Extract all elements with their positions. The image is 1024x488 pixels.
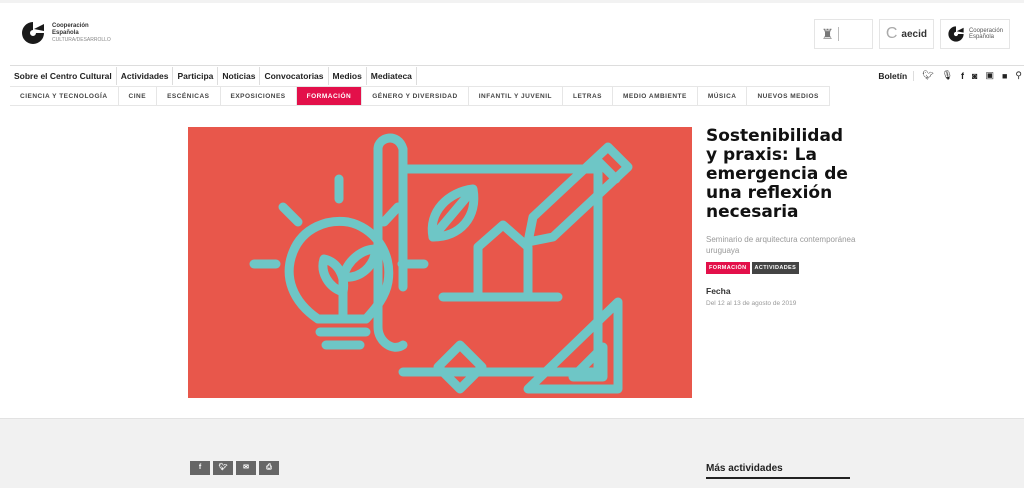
main-menu: Sobre el Centro Cultural Actividades Par… — [10, 66, 417, 85]
twitter-icon[interactable]: 🐦︎ — [922, 70, 933, 81]
site-logo[interactable]: Cooperación Española CULTURA/DESARROLLO — [20, 20, 111, 46]
instagram-icon[interactable]: ◙ — [972, 71, 977, 81]
category-formacion[interactable]: FORMACIÓN — [296, 87, 363, 105]
main-navigation: Sobre el Centro Cultural Actividades Par… — [10, 65, 1024, 85]
event-info: Sostenibilidad y praxis: La emergencia d… — [706, 127, 856, 307]
ministry-logo[interactable]: ♜ — [814, 19, 873, 49]
top-rule — [0, 0, 1024, 3]
boletin-link[interactable]: Boletín — [878, 70, 915, 81]
category-exposiciones[interactable]: EXPOSICIONES — [221, 87, 297, 105]
aecid-logo[interactable]: C aecid — [878, 19, 934, 49]
coat-of-arms-icon: ♜ — [821, 25, 834, 42]
partner-logos: ♜ C aecid Cooperación Española — [814, 19, 1010, 49]
share-buttons: f 🐦︎ ✉ ⎙ — [190, 461, 279, 475]
nav-noticias[interactable]: Noticias — [218, 66, 261, 85]
partner-coop-line2: Española — [968, 34, 994, 40]
logo-line-2: Española — [52, 29, 79, 36]
event-subtitle: Seminario de arquitectura contemporánea … — [706, 235, 856, 255]
category-nuevos-medios[interactable]: NUEVOS MEDIOS — [747, 87, 830, 105]
category-medio-ambiente[interactable]: MEDIO AMBIENTE — [613, 87, 698, 105]
category-ciencia[interactable]: CIENCIA Y TECNOLOGÍA — [10, 87, 119, 105]
logo-line-1: Cooperación — [52, 22, 89, 29]
aecid-swirl-icon: C — [885, 25, 898, 42]
youtube-icon[interactable]: ■ — [1002, 71, 1007, 81]
category-letras[interactable]: LETRAS — [563, 87, 613, 105]
event-hero-image[interactable] — [188, 127, 692, 398]
share-twitter-icon[interactable]: 🐦︎ — [213, 461, 233, 475]
category-escenicas[interactable]: ESCÉNICAS — [157, 87, 221, 105]
ministry-text-icon — [837, 27, 866, 41]
nav-convocatorias[interactable]: Convocatorias — [260, 66, 329, 85]
nav-sobre[interactable]: Sobre el Centro Cultural — [10, 66, 117, 85]
microphone-icon[interactable]: 🎙︎ — [942, 70, 953, 81]
date-label: Fecha — [706, 286, 731, 296]
category-genero[interactable]: GÉNERO Y DIVERSIDAD — [362, 87, 469, 105]
share-email-icon[interactable]: ✉ — [236, 461, 256, 475]
logo-line-3: CULTURA/DESARROLLO — [52, 36, 111, 43]
nav-medios[interactable]: Medios — [329, 66, 367, 85]
logo-text: Cooperación Española CULTURA/DESARROLLO — [52, 23, 111, 44]
category-navigation: CIENCIA Y TECNOLOGÍA CINE ESCÉNICAS EXPO… — [10, 86, 830, 106]
date-value: Del 12 al 13 de agosto de 2019 — [706, 300, 797, 307]
tag-actividades[interactable]: ACTIVIDADES — [751, 262, 800, 274]
nav-actividades[interactable]: Actividades — [117, 66, 174, 85]
flickr-icon[interactable]: ▣ — [985, 70, 994, 81]
lower-section — [0, 418, 1024, 488]
facebook-icon[interactable]: f — [961, 71, 964, 81]
cooperacion-logo-icon — [22, 22, 44, 44]
event-tags: FORMACIÓN ACTIVIDADES — [706, 262, 856, 274]
cooperacion-partner-logo[interactable]: Cooperación Española — [939, 19, 1010, 49]
nav-mediateca[interactable]: Mediateca — [367, 66, 417, 85]
share-facebook-icon[interactable]: f — [190, 461, 210, 475]
category-cine[interactable]: CINE — [119, 87, 158, 105]
aecid-text: aecid — [901, 28, 927, 40]
utility-links: Boletín 🐦︎ 🎙︎ f ◙ ▣ ■ ⚲ — [878, 70, 1024, 81]
share-print-icon[interactable]: ⎙ — [259, 461, 279, 475]
tag-formacion[interactable]: FORMACIÓN — [706, 262, 750, 274]
nav-participa[interactable]: Participa — [173, 66, 219, 85]
event-title[interactable]: Sostenibilidad y praxis: La emergencia d… — [706, 127, 856, 222]
category-musica[interactable]: MÚSICA — [698, 87, 748, 105]
architecture-illustration-icon — [249, 133, 633, 394]
category-infantil[interactable]: INFANTIL Y JUVENIL — [469, 87, 563, 105]
search-icon[interactable]: ⚲ — [1015, 70, 1022, 81]
more-activities-heading: Más actividades — [706, 463, 850, 479]
cooperacion-small-logo-icon — [948, 26, 964, 42]
